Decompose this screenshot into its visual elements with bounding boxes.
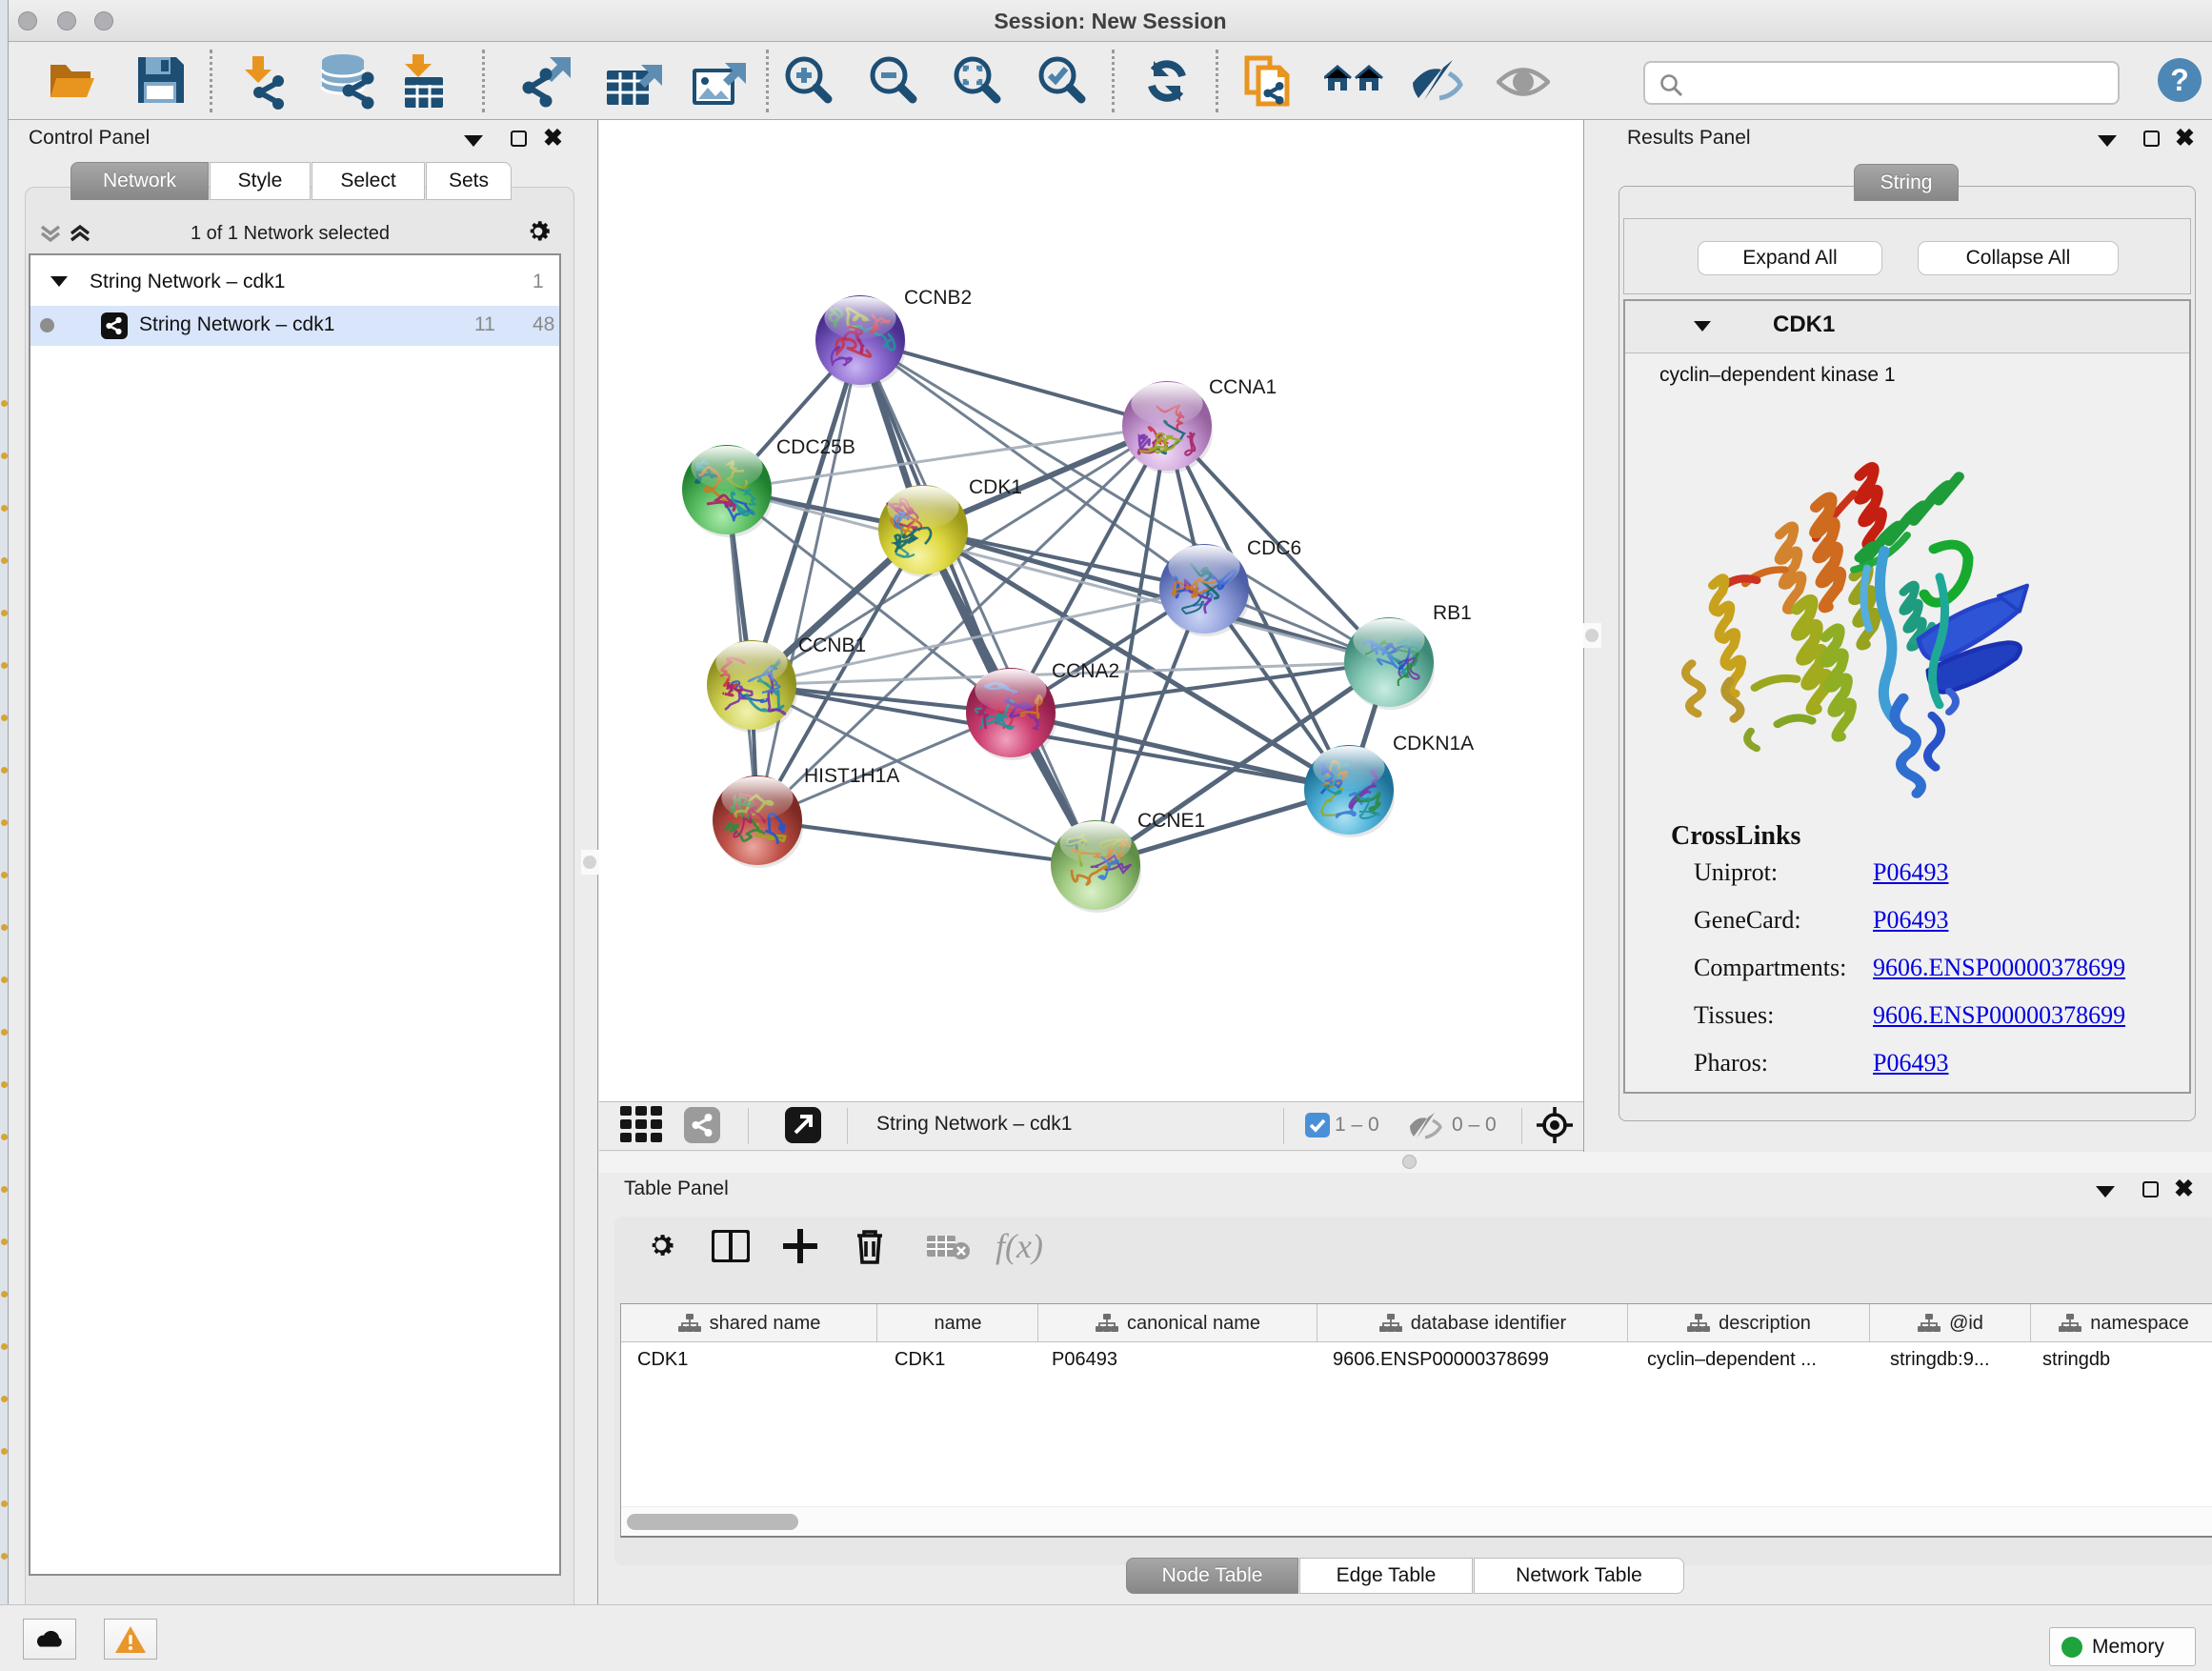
svg-text:CCNA1: CCNA1 [1209, 376, 1277, 398]
svg-text:CDC25B: CDC25B [776, 436, 855, 458]
svg-text:CDC6: CDC6 [1247, 537, 1301, 559]
svg-text:CCNB1: CCNB1 [798, 634, 866, 656]
svg-text:CDK1: CDK1 [969, 476, 1022, 498]
svg-text:HIST1H1A: HIST1H1A [804, 765, 899, 787]
svg-text:CCNE1: CCNE1 [1137, 810, 1205, 832]
svg-text:CCNB2: CCNB2 [904, 287, 972, 309]
svg-text:RB1: RB1 [1433, 602, 1472, 624]
svg-text:CDKN1A: CDKN1A [1393, 733, 1474, 755]
svg-text:CCNA2: CCNA2 [1052, 660, 1119, 682]
